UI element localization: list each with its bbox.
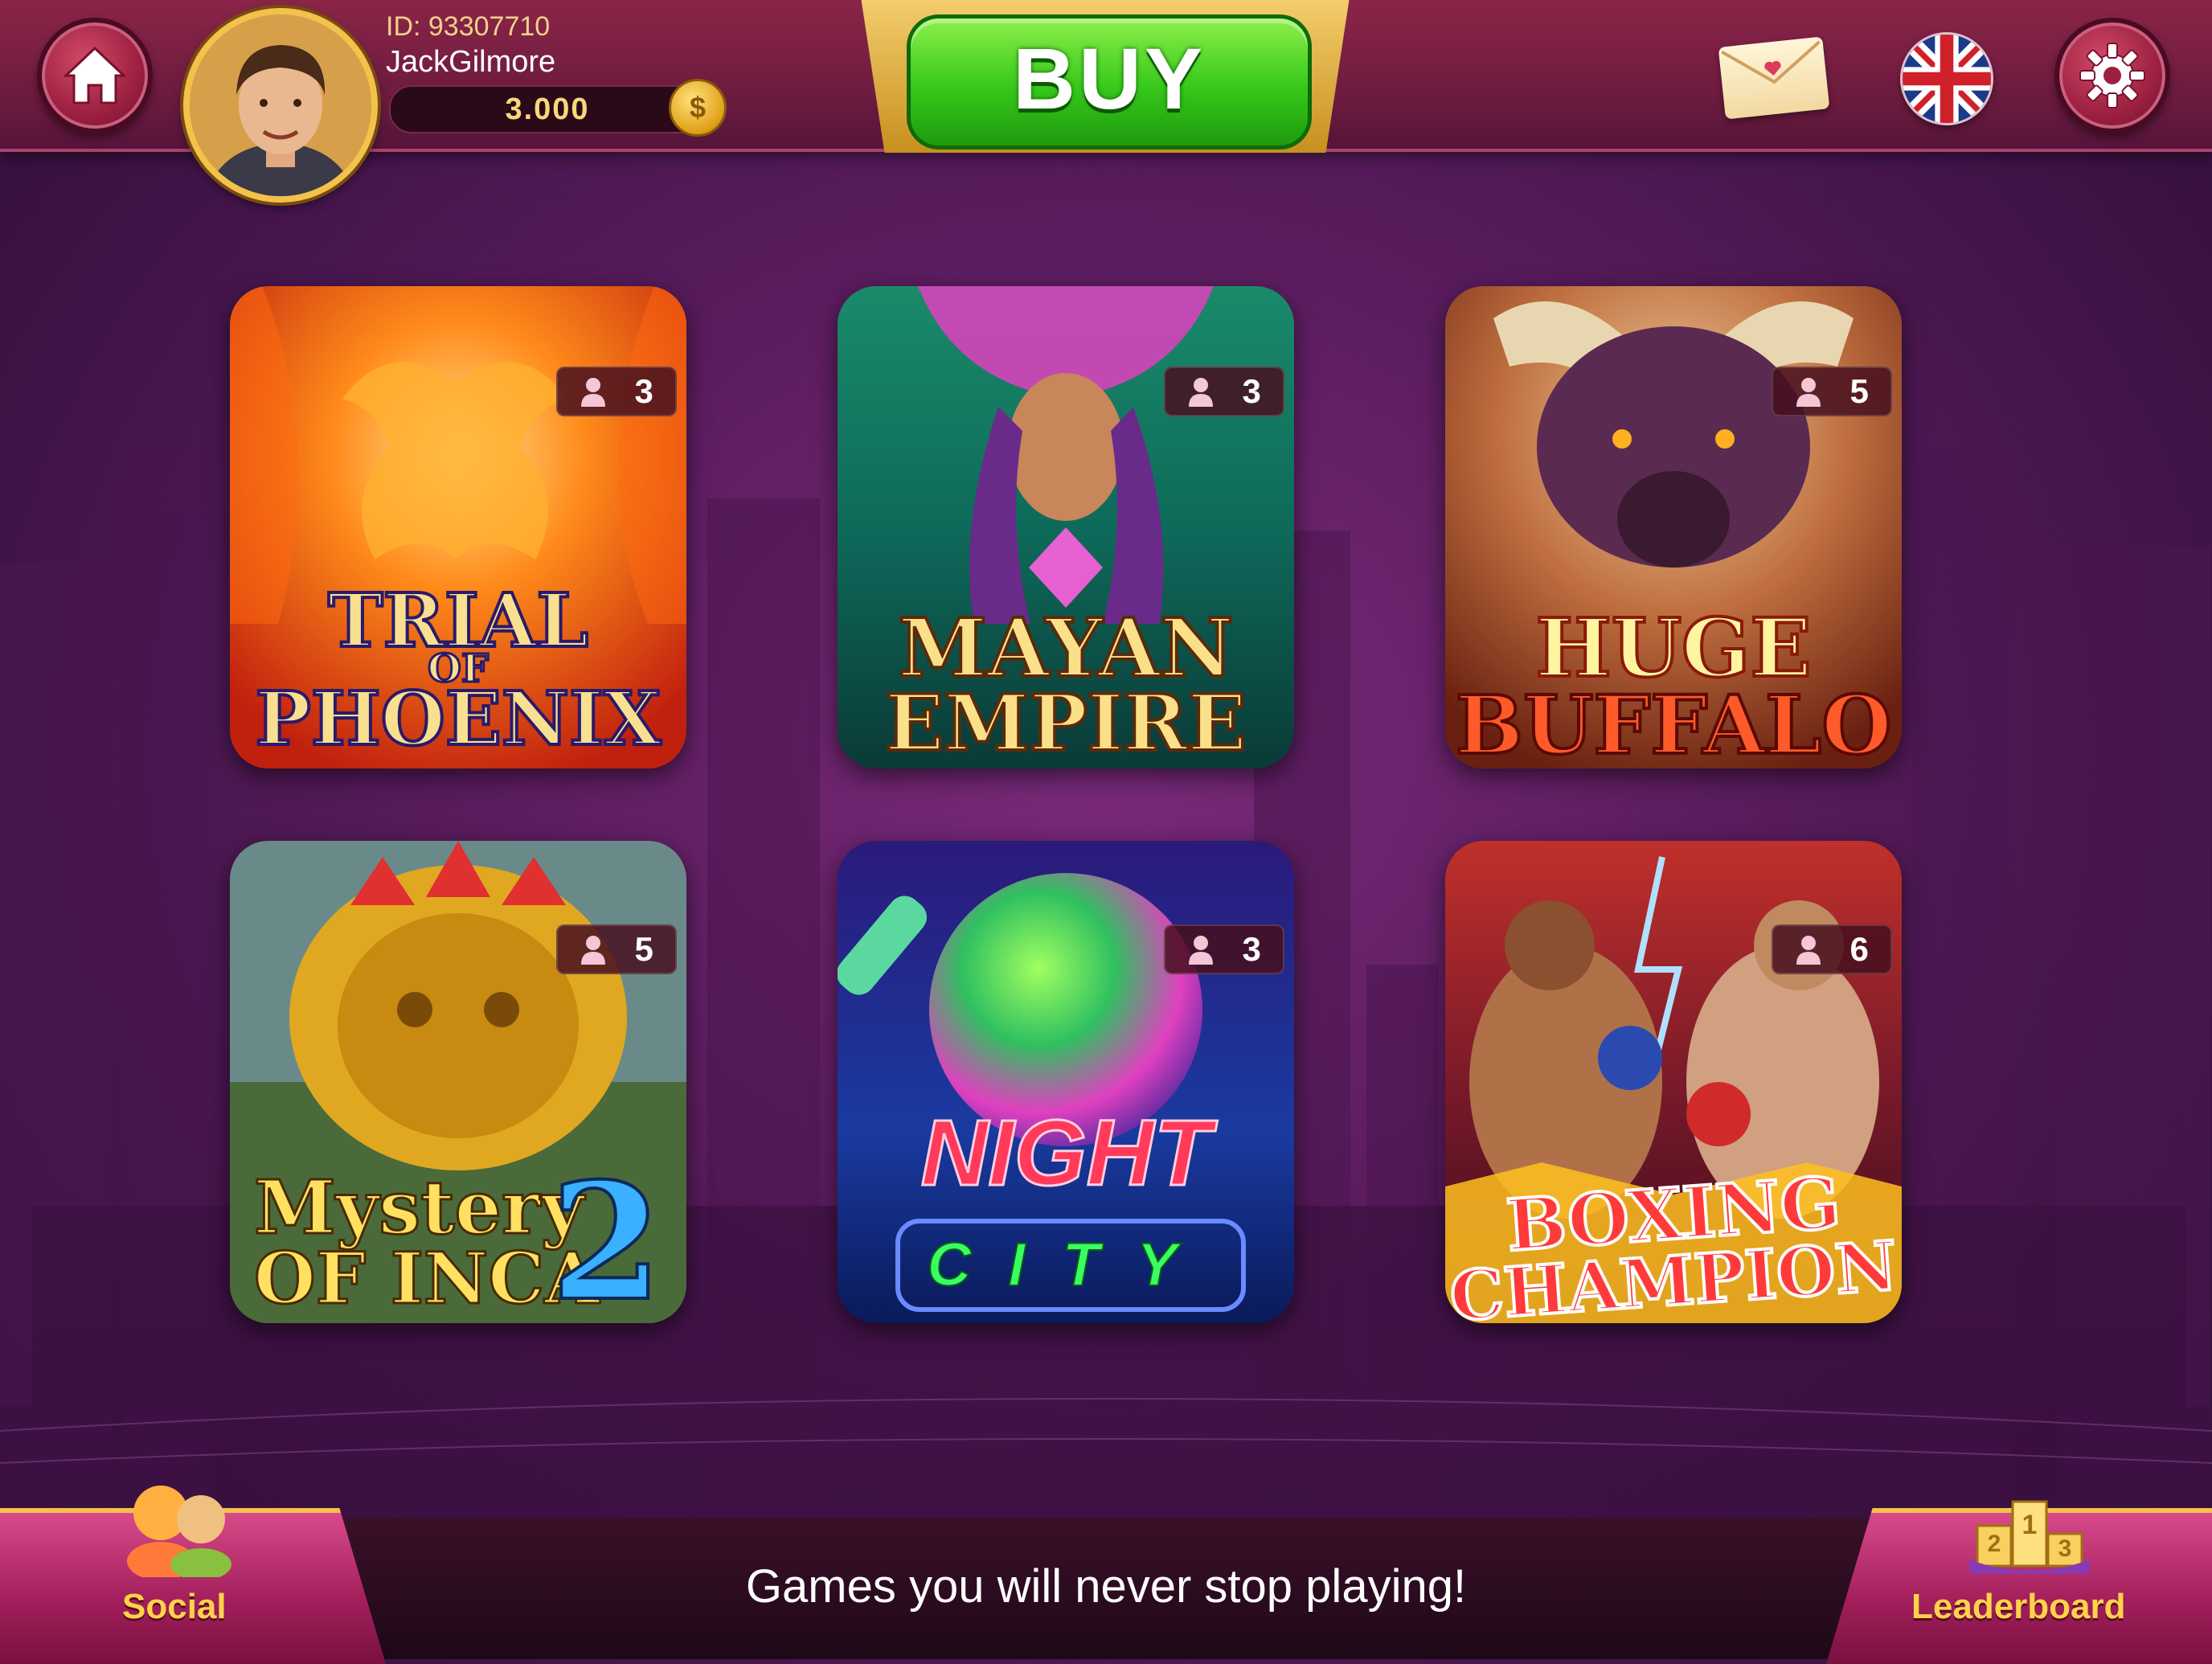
coin-balance: 3.000 [389, 85, 706, 133]
player-count-badge: 3 [1164, 367, 1284, 416]
person-icon [581, 936, 606, 965]
avatar-portrait [190, 14, 371, 196]
avatar[interactable] [183, 8, 378, 203]
game-card-mystery-of-inca-2[interactable]: Mystery OF INCA 2 5 [230, 841, 686, 1323]
city-skyline-background [0, 450, 2212, 1527]
person-icon [1796, 936, 1821, 965]
game-title-line3: PHOENIX [254, 675, 663, 762]
buy-button[interactable]: BUY [907, 14, 1312, 150]
player-count: 5 [1849, 372, 1869, 410]
game-title-line2: CITY [895, 1219, 1246, 1312]
player-count-badge: 5 [556, 924, 677, 974]
player-count: 3 [1242, 930, 1261, 968]
game-card-boxing-champion[interactable]: BOXING CHAMPION 6 [1445, 841, 1902, 1323]
svg-text:2: 2 [1988, 1531, 2001, 1557]
player-count: 5 [634, 930, 653, 968]
social-icon [127, 1486, 231, 1577]
username: JackGilmore [386, 45, 556, 79]
player-count: 3 [1242, 372, 1261, 410]
leaderboard-label: Leaderboard [1911, 1587, 2126, 1626]
game-title-line1: NIGHT [920, 1100, 1212, 1205]
game-title-line1: HUGE [1534, 600, 1813, 695]
game-title-line2: EMPIRE [883, 678, 1247, 768]
player-count: 3 [634, 372, 653, 410]
uk-flag-icon [1903, 35, 1991, 123]
person-icon [1189, 378, 1214, 407]
language-button[interactable] [1900, 32, 1993, 125]
game-title-line2: BUFFALO [1454, 678, 1894, 768]
podium-icon: 2 1 3 [1969, 1500, 2090, 1574]
home-icon [63, 46, 127, 105]
player-count: 6 [1849, 930, 1869, 968]
game-card-night-city[interactable]: NIGHT CITY 3 [838, 841, 1294, 1323]
player-count-badge: 3 [556, 367, 677, 416]
svg-text:3: 3 [2058, 1535, 2072, 1562]
person-icon [581, 378, 606, 407]
game-card-mayan-empire[interactable]: MAYAN EMPIRE 3 [838, 286, 1294, 768]
coin-icon: $ [669, 79, 727, 137]
mail-icon [1721, 40, 1821, 84]
mail-button[interactable] [1718, 36, 1830, 120]
person-icon [1796, 378, 1821, 407]
person-icon [1189, 936, 1214, 965]
svg-text:1: 1 [2022, 1510, 2038, 1540]
player-count-badge: 5 [1772, 367, 1892, 416]
user-id: ID: 93307710 [386, 11, 551, 42]
game-title-line1: MAYAN [896, 600, 1235, 695]
game-card-trial-of-phoenix[interactable]: TRIAL OF PHOENIX 3 [230, 286, 686, 768]
gear-icon [2079, 43, 2145, 109]
player-count-badge: 6 [1772, 924, 1892, 974]
social-label: Social [122, 1587, 227, 1626]
game-title-number: 2 [549, 1148, 664, 1324]
settings-button[interactable] [2054, 18, 2170, 133]
home-button[interactable] [37, 18, 153, 133]
game-card-huge-buffalo[interactable]: HUGE BUFFALO 5 [1445, 286, 1902, 768]
player-count-badge: 3 [1164, 924, 1284, 974]
